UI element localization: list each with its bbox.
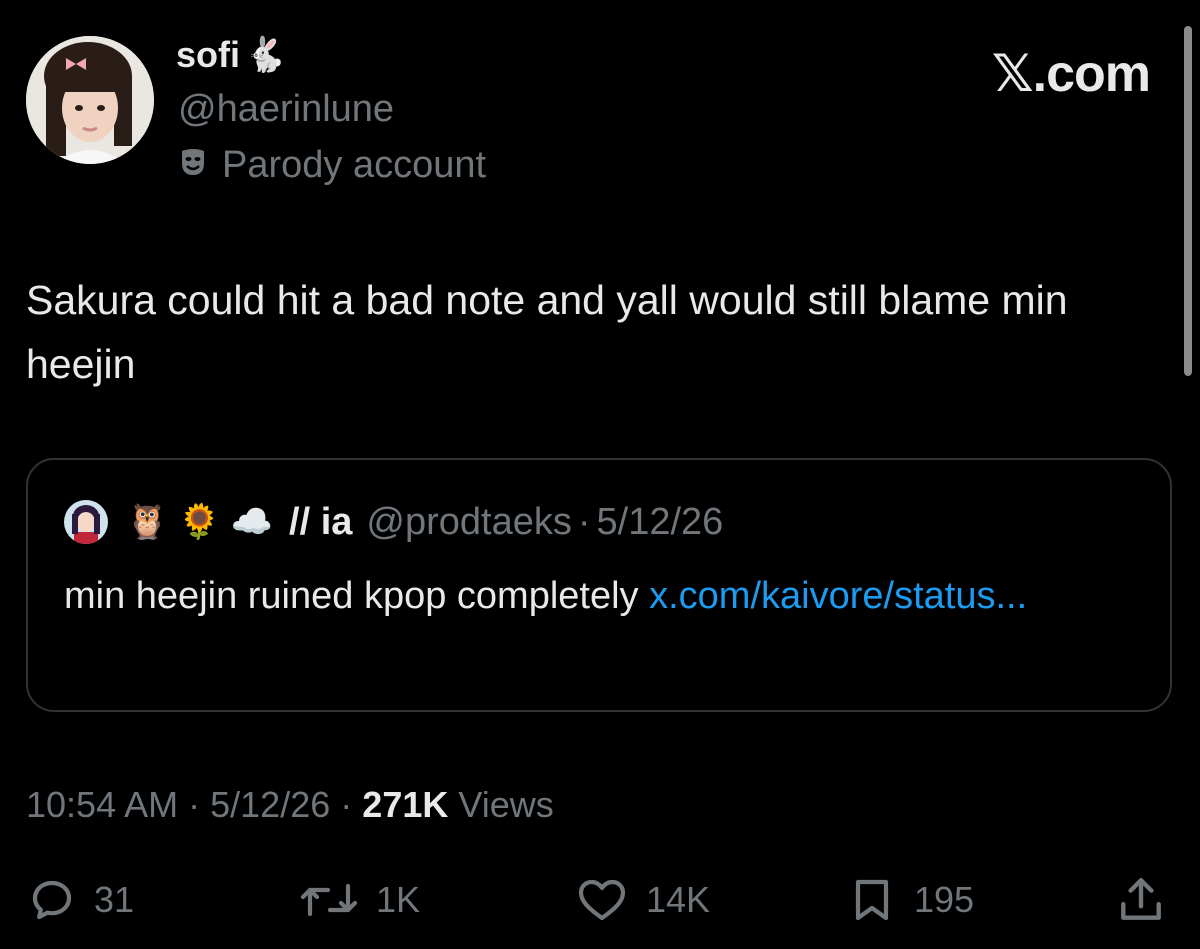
author-name-text: sofi (176, 34, 241, 75)
scrollbar[interactable] (1184, 26, 1192, 376)
quoted-tweet-header: 🦉 🌻 ☁️ // ia @prodtaeks · 5/12/26 (64, 500, 723, 544)
cloud-emoji-icon: ☁️ (230, 502, 274, 542)
sunflower-emoji-icon: 🌻 (178, 502, 221, 542)
repost-button[interactable]: 1K (300, 868, 420, 932)
quoted-text: min heejin ruined kpop completely (64, 575, 650, 617)
author-handle[interactable]: @haerinlune (178, 88, 394, 131)
action-bar: 31 1K 14K 195 (0, 868, 1200, 932)
quoted-author-avatar[interactable] (64, 500, 108, 544)
parody-label-text: Parody account (222, 144, 487, 186)
bookmark-count: 195 (914, 879, 975, 920)
quoted-separator: · (577, 500, 591, 543)
heart-icon (576, 876, 628, 924)
views-label: Views (458, 784, 554, 825)
quoted-author-handle[interactable]: @prodtaeks (366, 501, 571, 544)
views-count[interactable]: 271K (362, 784, 448, 825)
bookmark-button[interactable]: 195 (848, 868, 974, 932)
like-count: 14K (646, 879, 711, 920)
reply-button[interactable]: 31 (28, 868, 134, 932)
repost-icon (300, 876, 358, 924)
parody-mask-icon (178, 144, 208, 187)
x-brand-logo: 𝕏.com (991, 45, 1151, 103)
quoted-tweet-text: min heejin ruined kpop completely x.com/… (64, 568, 1124, 624)
bookmark-icon (848, 876, 896, 924)
author-avatar[interactable] (26, 36, 154, 164)
owl-emoji-icon: 🦉 (126, 502, 169, 542)
quoted-tweet[interactable]: 🦉 🌻 ☁️ // ia @prodtaeks · 5/12/26 min he… (26, 458, 1172, 712)
meta-separator: · (188, 784, 201, 825)
like-button[interactable]: 14K (576, 868, 710, 932)
meta-separator: · (340, 784, 353, 825)
reply-count: 31 (94, 879, 135, 920)
tweet-time[interactable]: 10:54 AM (26, 784, 178, 825)
author-display-name[interactable]: sofi 🐇 (176, 34, 286, 76)
share-button[interactable] (1116, 868, 1166, 932)
parody-label: Parody account (178, 144, 486, 187)
quoted-date[interactable]: 5/12/26 (597, 501, 724, 544)
tweet-date[interactable]: 5/12/26 (210, 784, 330, 825)
share-icon (1116, 875, 1166, 925)
rabbit-emoji-icon: 🐇 (244, 35, 287, 75)
tweet-text: Sakura could hit a bad note and yall wou… (26, 277, 1068, 387)
repost-count: 1K (376, 879, 421, 920)
tweet-meta: 10:54 AM · 5/12/26 · 271K Views (26, 784, 554, 826)
quoted-author-name[interactable]: // ia (289, 501, 352, 544)
quoted-link[interactable]: x.com/kaivore/status... (649, 575, 1027, 617)
reply-icon (28, 876, 76, 924)
